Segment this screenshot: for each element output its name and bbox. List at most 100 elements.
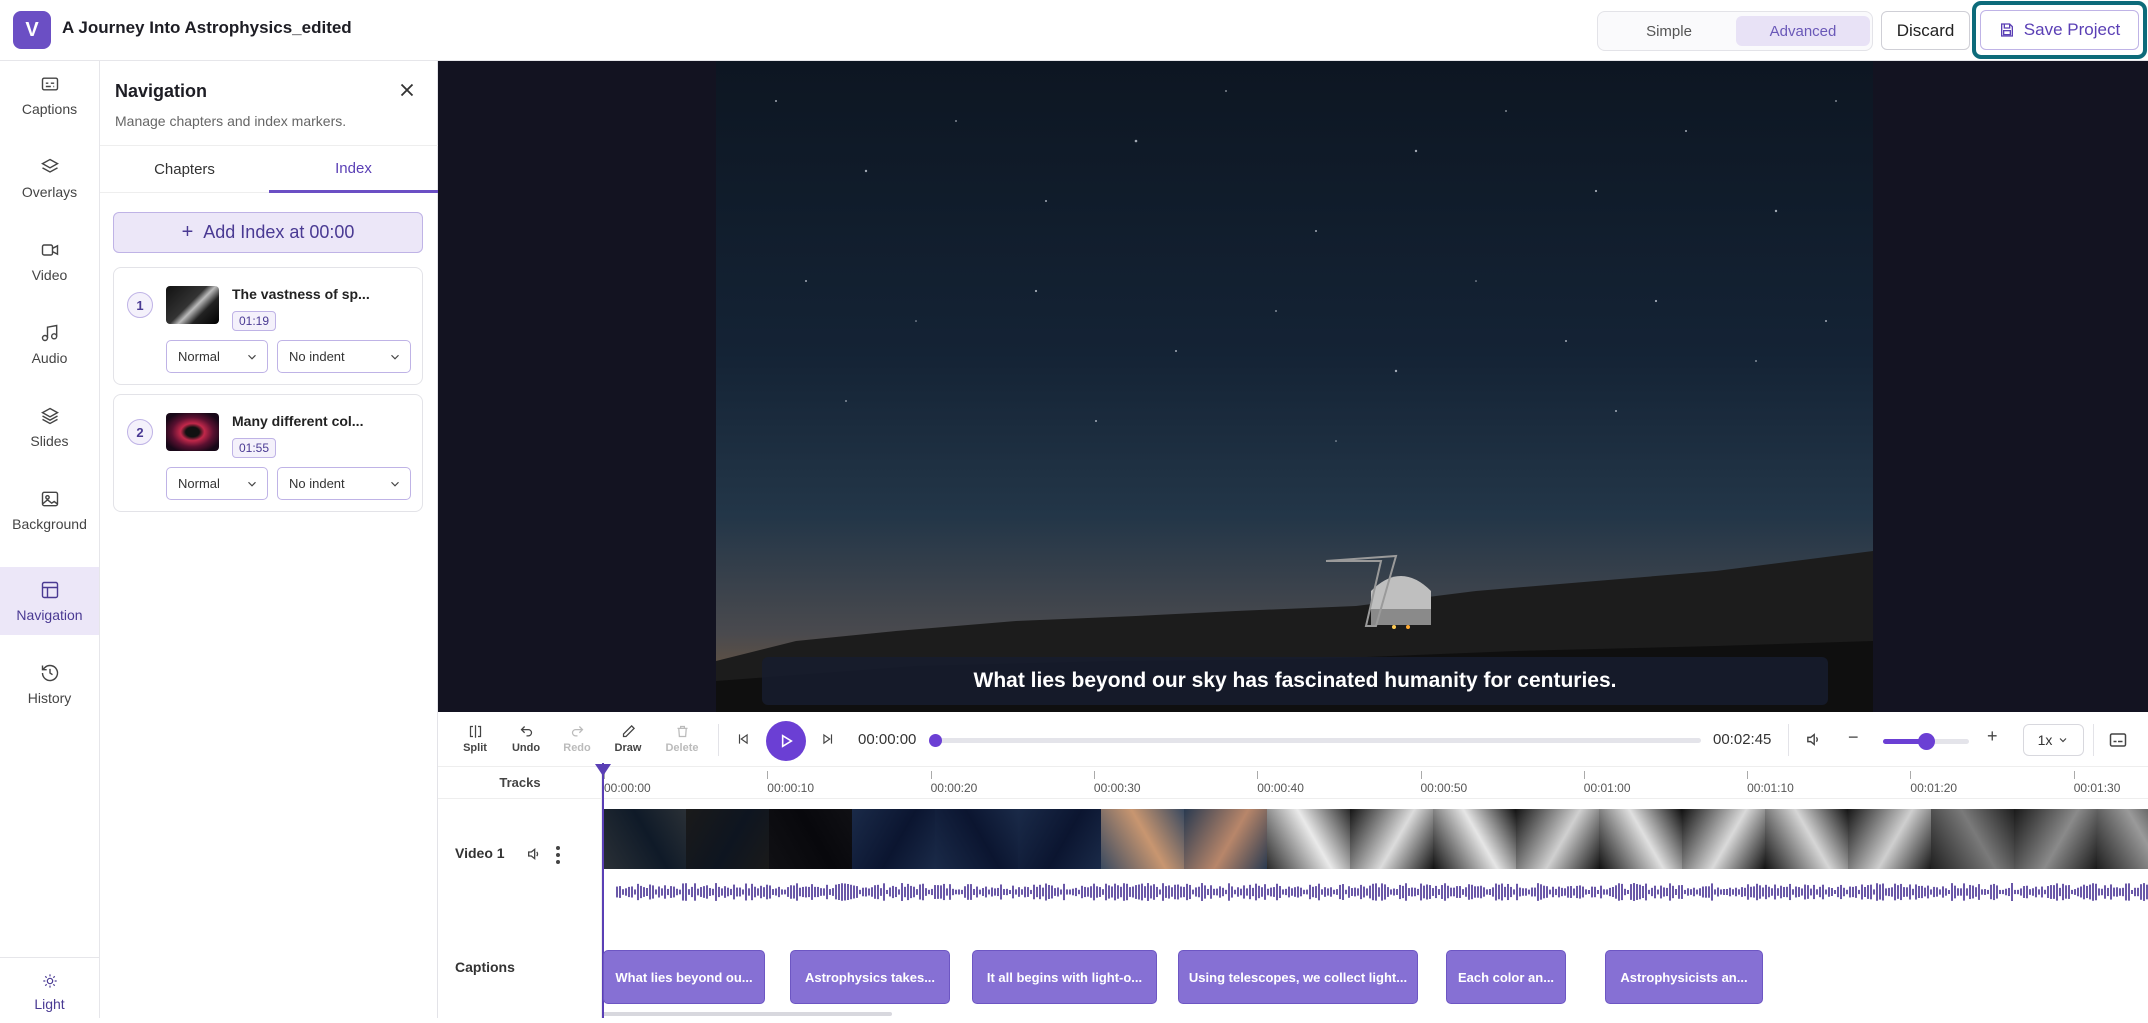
filmstrip-frame <box>1101 809 1184 869</box>
rail-item-audio[interactable]: Audio <box>0 310 99 378</box>
add-index-label: Add Index at 00:00 <box>203 222 355 242</box>
filmstrip-frame <box>769 809 852 869</box>
volume-icon[interactable] <box>526 846 542 862</box>
caption-clip[interactable]: It all begins with light-o... <box>972 950 1157 1004</box>
history-icon <box>41 664 58 681</box>
index-entry[interactable]: 1 The vastness of sp... 01:19 Normal No … <box>113 267 423 385</box>
audio-waveform <box>616 883 2148 901</box>
filmstrip-frame <box>1350 809 1433 869</box>
mode-advanced-button[interactable]: Advanced <box>1736 16 1870 46</box>
caption-clip[interactable]: Astrophysics takes... <box>790 950 950 1004</box>
play-button[interactable] <box>766 721 806 761</box>
chevron-down-icon <box>391 354 399 360</box>
style-select-value: Normal <box>178 476 220 491</box>
index-number: 2 <box>127 419 153 445</box>
filmstrip-frame <box>1765 809 1848 869</box>
index-timestamp: 01:19 <box>232 311 277 331</box>
filmstrip-frame <box>1516 809 1599 869</box>
time-ruler[interactable]: 00:00:00 00:00:10 00:00:20 00:00:30 00:00:40… <box>602 767 2148 799</box>
timeline-scrollbar[interactable] <box>602 1012 892 1016</box>
theme-toggle[interactable]: Light <box>0 961 99 1023</box>
progress-handle[interactable] <box>929 734 942 747</box>
rail-item-video[interactable]: Video <box>0 227 99 295</box>
draw-button[interactable]: Draw <box>606 724 650 754</box>
draw-label: Draw <box>614 742 642 754</box>
filmstrip-frame <box>1931 809 2014 869</box>
filmstrip-frame <box>1682 809 1765 869</box>
mode-toggle: Simple Advanced <box>1597 11 1873 51</box>
ruler-tick: 00:00:20 <box>930 771 978 795</box>
close-icon[interactable] <box>396 79 418 101</box>
video-camera-icon <box>41 243 58 256</box>
zoom-in-button[interactable]: + <box>1987 726 1998 747</box>
index-title: Many different col... <box>232 413 364 429</box>
indent-select-value: No indent <box>289 476 345 491</box>
video-clip-filmstrip[interactable] <box>603 809 2148 869</box>
zoom-handle[interactable] <box>1918 733 1935 750</box>
video-track-label: Video 1 <box>455 845 505 861</box>
split-button[interactable]: Split <box>453 724 497 754</box>
index-thumbnail <box>166 286 219 324</box>
style-select[interactable]: Normal <box>166 467 268 500</box>
music-note-icon <box>41 324 57 341</box>
rail-item-label: Navigation <box>16 606 83 623</box>
sun-icon <box>42 973 57 988</box>
ruler-tick: 00:00:40 <box>1257 771 1304 795</box>
indent-select[interactable]: No indent <box>277 340 411 373</box>
skip-forward-icon[interactable] <box>821 732 835 746</box>
panel-tabs: Chapters Index <box>100 145 438 193</box>
ruler-tick: 00:01:20 <box>1910 771 1958 795</box>
play-icon <box>781 734 793 748</box>
zoom-slider[interactable] <box>1883 733 1969 750</box>
filmstrip-frame <box>1184 809 1267 869</box>
captions-track-label: Captions <box>455 959 515 975</box>
caption-overlay: What lies beyond our sky has fascinated … <box>762 657 1828 705</box>
video-preview[interactable] <box>716 61 1873 712</box>
mode-simple-button[interactable]: Simple <box>1602 16 1736 46</box>
rail-item-slides[interactable]: Slides <box>0 393 99 461</box>
theme-label: Light <box>34 995 65 1012</box>
filmstrip-frame <box>1848 809 1931 869</box>
rail-item-captions[interactable]: Captions <box>0 61 99 129</box>
more-vertical-icon[interactable] <box>554 845 562 865</box>
rail-item-label: Slides <box>30 432 69 449</box>
tab-index[interactable]: Index <box>269 146 438 193</box>
volume-icon[interactable] <box>1805 731 1822 748</box>
night-sky-scene <box>716 90 1873 712</box>
progress-bar[interactable] <box>929 734 1701 747</box>
speed-select[interactable]: 1x <box>2023 724 2084 756</box>
index-entry[interactable]: 2 Many different col... 01:55 Normal No … <box>113 394 423 512</box>
zoom-out-button[interactable]: − <box>1848 727 1859 748</box>
captions-icon <box>41 76 58 91</box>
filmstrip-frame <box>935 809 1018 869</box>
subtitles-icon[interactable] <box>2109 732 2127 748</box>
delete-button[interactable]: Delete <box>660 724 704 754</box>
track-labels: Tracks Video 1 Captions <box>438 767 602 1018</box>
rail-item-overlays[interactable]: Overlays <box>0 144 99 212</box>
caption-clip[interactable]: Using telescopes, we collect light... <box>1178 950 1418 1004</box>
delete-label: Delete <box>665 742 699 754</box>
indent-select[interactable]: No indent <box>277 467 411 500</box>
index-thumbnail <box>166 413 219 451</box>
style-select[interactable]: Normal <box>166 340 268 373</box>
caption-clip[interactable]: Each color an... <box>1446 950 1566 1004</box>
timeline: Tracks Video 1 Captions 00:00:00 00:00:10… <box>438 763 2148 1018</box>
navigation-panel: Navigation Manage chapters and index mar… <box>100 61 438 1018</box>
index-number: 1 <box>127 292 153 318</box>
skip-back-icon[interactable] <box>736 732 750 746</box>
undo-button[interactable]: Undo <box>504 724 548 754</box>
plus-icon: + <box>181 221 194 243</box>
caption-clip[interactable]: What lies beyond ou... <box>603 950 765 1004</box>
redo-button[interactable]: Redo <box>555 724 599 754</box>
filmstrip-frame <box>603 809 686 869</box>
rail-item-navigation[interactable]: Navigation <box>0 567 99 635</box>
add-index-button[interactable]: + Add Index at 00:00 <box>113 212 423 253</box>
rail-item-history[interactable]: History <box>0 650 99 718</box>
rail-item-background[interactable]: Background <box>0 476 99 544</box>
caption-clip[interactable]: Astrophysicists an... <box>1605 950 1763 1004</box>
project-title: A Journey Into Astrophysics_edited <box>62 18 352 37</box>
save-project-button[interactable]: Save Project <box>1980 10 2139 50</box>
discard-button[interactable]: Discard <box>1881 11 1970 50</box>
tab-chapters[interactable]: Chapters <box>100 146 269 193</box>
chevron-down-icon <box>248 481 256 487</box>
